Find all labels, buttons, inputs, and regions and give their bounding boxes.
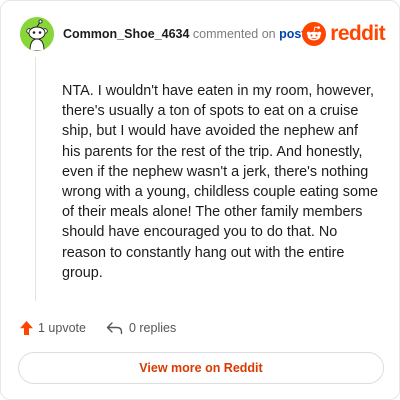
comment-body: NTA. I wouldn't have eaten in my room, h… bbox=[62, 83, 378, 281]
snoo-avatar-icon bbox=[20, 17, 54, 51]
thread-line bbox=[35, 57, 36, 301]
comment-meta: Common_Shoe_4634 commented on post bbox=[63, 27, 305, 41]
upvote-arrow-icon bbox=[20, 321, 33, 335]
view-more-button[interactable]: View more on Reddit bbox=[18, 352, 384, 384]
replies-count: 0 replies bbox=[128, 321, 177, 335]
reply-arrow-icon bbox=[106, 322, 123, 335]
reddit-brand[interactable]: reddit bbox=[302, 21, 386, 47]
reddit-wordmark: reddit bbox=[330, 22, 385, 45]
upvote-count: 1 upvote bbox=[38, 321, 86, 335]
comment-header: Common_Shoe_4634 commented on post reddi… bbox=[17, 16, 386, 52]
comment-actions: 1 upvote 0 replies bbox=[19, 318, 176, 338]
user-avatar-icon[interactable] bbox=[20, 17, 54, 51]
replies-button[interactable]: 0 replies bbox=[106, 321, 176, 335]
reddit-logo-icon bbox=[302, 22, 327, 46]
upvote-button[interactable]: 1 upvote bbox=[19, 320, 86, 336]
comment-action-text: commented on bbox=[192, 27, 276, 41]
comment-author[interactable]: Common_Shoe_4634 bbox=[63, 27, 189, 41]
embedded-comment-card: Common_Shoe_4634 commented on post reddi… bbox=[0, 0, 400, 400]
